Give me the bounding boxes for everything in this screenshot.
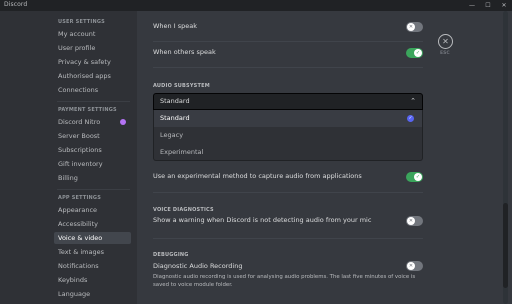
- sidebar-item-accessibility[interactable]: Accessibility: [54, 218, 131, 230]
- toggle-x-icon: ✕: [407, 262, 415, 270]
- sidebar-item-label: Discord Nitro: [58, 118, 101, 126]
- toggle-x-icon: ✕: [407, 23, 415, 31]
- sidebar-item-language[interactable]: Language: [54, 288, 131, 300]
- sidebar-item-notifications[interactable]: Notifications: [54, 260, 131, 272]
- category-app-settings: APP SETTINGS: [58, 195, 102, 201]
- diagnostics-warning-toggle[interactable]: ✕: [406, 216, 423, 226]
- option-standard[interactable]: Standard ✓: [154, 110, 422, 127]
- diagnostic-recording-toggle[interactable]: ✕: [406, 261, 423, 271]
- sidebar-divider: [57, 101, 130, 102]
- when-others-speak-label: When others speak: [153, 48, 216, 56]
- category-payment-settings: PAYMENT SETTINGS: [58, 107, 117, 113]
- app-title: Discord: [4, 1, 28, 8]
- chevron-up-icon: ⌃: [410, 97, 416, 105]
- sidebar-item-subscriptions[interactable]: Subscriptions: [54, 144, 131, 156]
- toggle-check-icon: ✓: [414, 49, 422, 57]
- esc-label: ESC: [440, 51, 450, 56]
- settings-content: When I speak ✕ When others speak ✓ AUDIO…: [137, 11, 512, 304]
- scrollbar-thumb[interactable]: [503, 203, 508, 288]
- sidebar-item-appearance[interactable]: Appearance: [54, 204, 131, 216]
- option-label: Legacy: [160, 131, 184, 139]
- select-value: Standard: [160, 97, 190, 105]
- option-experimental[interactable]: Experimental: [154, 144, 422, 161]
- settings-sidebar: USER SETTINGS My account User profile Pr…: [0, 11, 137, 304]
- sidebar-item-discord-nitro[interactable]: Discord Nitro: [54, 116, 131, 128]
- toggle-check-icon: ✓: [414, 173, 422, 181]
- audio-subsystem-menu: Standard ✓ Legacy Experimental: [153, 110, 423, 161]
- sidebar-item-text-images[interactable]: Text & images: [54, 246, 131, 258]
- divider: [153, 238, 423, 239]
- maximize-icon[interactable]: ☐: [480, 0, 496, 11]
- sidebar-item-my-account[interactable]: My account: [54, 28, 131, 40]
- diagnostic-recording-label: Diagnostic Audio Recording: [153, 262, 243, 270]
- sidebar-item-voice-video[interactable]: Voice & video: [54, 232, 131, 244]
- when-i-speak-toggle[interactable]: ✕: [406, 22, 423, 32]
- debugging-header: DEBUGGING: [153, 252, 189, 258]
- option-label: Standard: [160, 114, 190, 122]
- audio-subsystem-select[interactable]: Standard ⌃: [153, 93, 423, 110]
- when-others-speak-toggle[interactable]: ✓: [406, 48, 423, 58]
- diagnostic-recording-description: Diagnostic audio recording is used for a…: [153, 274, 416, 288]
- diagnostics-warning-label: Show a warning when Discord is not detec…: [153, 216, 372, 224]
- experimental-capture-label: Use an experimental method to capture au…: [153, 172, 362, 180]
- minimize-icon[interactable]: —: [464, 0, 480, 11]
- sidebar-item-server-boost[interactable]: Server Boost: [54, 130, 131, 142]
- sidebar-item-billing[interactable]: Billing: [54, 172, 131, 184]
- option-label: Experimental: [160, 148, 204, 156]
- sidebar-item-connections[interactable]: Connections: [54, 84, 131, 96]
- audio-subsystem-header: AUDIO SUBSYSTEM: [153, 83, 210, 89]
- sidebar-item-keybinds[interactable]: Keybinds: [54, 274, 131, 286]
- divider: [153, 67, 423, 68]
- experimental-capture-toggle[interactable]: ✓: [406, 172, 423, 182]
- divider: [153, 192, 423, 193]
- nitro-icon: [120, 119, 126, 125]
- when-i-speak-label: When I speak: [153, 22, 197, 30]
- divider: [153, 41, 423, 42]
- voice-diagnostics-header: VOICE DIAGNOSTICS: [153, 207, 214, 213]
- toggle-x-icon: ✕: [407, 217, 415, 225]
- sidebar-item-user-profile[interactable]: User profile: [54, 42, 131, 54]
- close-settings-button[interactable]: ✕: [438, 34, 453, 49]
- option-legacy[interactable]: Legacy: [154, 127, 422, 144]
- sidebar-item-gift-inventory[interactable]: Gift inventory: [54, 158, 131, 170]
- category-user-settings: USER SETTINGS: [58, 19, 105, 25]
- close-icon: ✕: [442, 37, 449, 46]
- title-bar: Discord — ☐ ✕: [0, 0, 512, 11]
- window-controls: — ☐ ✕: [464, 0, 512, 11]
- sidebar-item-privacy[interactable]: Privacy & safety: [54, 56, 131, 68]
- check-icon: ✓: [407, 115, 414, 122]
- sidebar-item-authorised-apps[interactable]: Authorised apps: [54, 70, 131, 82]
- close-window-icon[interactable]: ✕: [496, 0, 512, 11]
- sidebar-divider: [57, 189, 130, 190]
